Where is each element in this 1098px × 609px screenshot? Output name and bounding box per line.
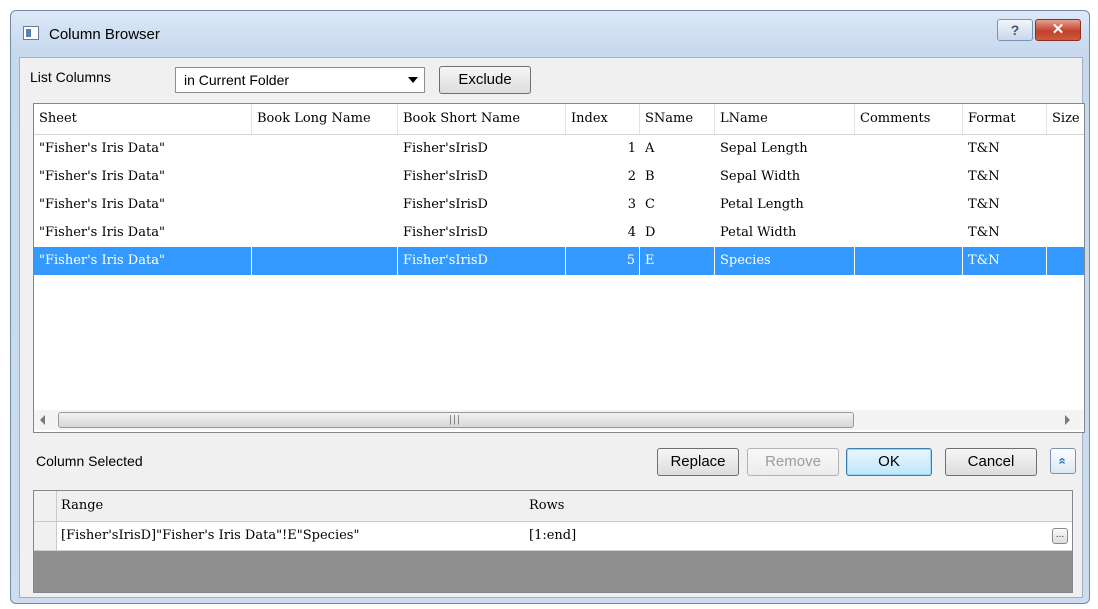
header-book-short-name[interactable]: Book Short Name: [398, 104, 566, 134]
replace-button[interactable]: Replace: [657, 448, 739, 476]
table-row[interactable]: "Fisher's Iris Data" Fisher'sIrisD 5 E Speci…: [34, 247, 1084, 275]
dialog-body: List Columns in Current Folder Exclude S…: [19, 57, 1085, 598]
selected-columns-header: Range Rows: [34, 491, 1072, 522]
cell-sname: C: [645, 197, 655, 212]
header-lname[interactable]: LName: [715, 104, 855, 134]
cell-sname: E: [640, 247, 715, 275]
grip-icon: |||: [449, 415, 462, 425]
cell-sname: A: [645, 141, 655, 156]
cell-lname: Petal Width: [720, 225, 797, 240]
cell-index: 2: [627, 169, 636, 184]
selected-columns-table[interactable]: Range Rows [Fisher'sIrisD]"Fisher's Iris…: [33, 490, 1073, 593]
table-row[interactable]: "Fisher's Iris Data" Fisher'sIrisD 2 B Sepal…: [34, 163, 1084, 191]
scrollbar-thumb[interactable]: |||: [58, 412, 854, 428]
scroll-left-icon[interactable]: [40, 415, 45, 425]
cell-sheet: "Fisher's Iris Data": [39, 169, 165, 184]
cell-book-long-name: [252, 191, 398, 219]
cell-comments: [855, 247, 963, 275]
cell-lname: Sepal Length: [720, 141, 808, 156]
cell-index: 4: [627, 225, 636, 240]
scope-dropdown[interactable]: in Current Folder: [175, 67, 425, 93]
rows-cell[interactable]: [1:end]: [524, 522, 724, 550]
selected-column-row[interactable]: [Fisher'sIrisD]"Fisher's Iris Data"!E"Sp…: [34, 522, 1072, 551]
cell-sheet: "Fisher's Iris Data": [34, 247, 252, 275]
horizontal-scrollbar[interactable]: |||: [34, 410, 1084, 430]
cell-format: T&N: [968, 197, 1000, 212]
cell-book-short-name: Fisher'sIrisD: [403, 169, 488, 184]
header-sheet[interactable]: Sheet: [34, 104, 252, 134]
column-browser-window: Column Browser ? ✕ List Columns in Curre…: [10, 10, 1090, 604]
cell-sheet: "Fisher's Iris Data": [39, 197, 165, 212]
cell-sname: D: [645, 225, 656, 240]
cell-format: T&N: [968, 225, 1000, 240]
ok-button[interactable]: OK: [846, 448, 932, 476]
cell-comments: [855, 163, 963, 191]
cell-lname: Sepal Width: [720, 169, 801, 184]
columns-table[interactable]: Sheet Book Long Name Book Short Name Ind…: [33, 103, 1085, 433]
header-size[interactable]: Size: [1047, 104, 1084, 134]
cell-index: 3: [627, 197, 636, 212]
help-button[interactable]: ?: [997, 19, 1033, 41]
header-format[interactable]: Format: [963, 104, 1047, 134]
double-chevron-up-icon: «: [1055, 457, 1071, 465]
cell-book-long-name: [252, 247, 398, 275]
column-selected-label: Column Selected: [36, 453, 143, 469]
ellipsis-button[interactable]: ...: [1052, 528, 1068, 544]
row-header: [34, 522, 57, 550]
cell-sheet: "Fisher's Iris Data": [39, 141, 165, 156]
header-range[interactable]: Range: [56, 491, 524, 521]
table-row[interactable]: "Fisher's Iris Data" Fisher'sIrisD 3 C Petal…: [34, 191, 1084, 219]
scroll-right-icon[interactable]: [1065, 415, 1070, 425]
cell-index: 1: [627, 141, 636, 156]
header-comments[interactable]: Comments: [855, 104, 963, 134]
cell-comments: [855, 191, 963, 219]
list-columns-label: List Columns: [30, 69, 111, 85]
header-rows[interactable]: Rows: [524, 491, 724, 521]
cell-format: T&N: [968, 169, 1000, 184]
cell-sheet: "Fisher's Iris Data": [39, 225, 165, 240]
remove-button[interactable]: Remove: [747, 448, 839, 476]
header-index[interactable]: Index: [566, 104, 640, 134]
title-bar[interactable]: Column Browser ? ✕: [11, 11, 1089, 59]
cancel-button[interactable]: Cancel: [945, 448, 1037, 476]
table-row[interactable]: "Fisher's Iris Data" Fisher'sIrisD 1 A Sepal…: [34, 135, 1084, 163]
range-cell[interactable]: [Fisher'sIrisD]"Fisher's Iris Data"!E"Sp…: [56, 522, 524, 550]
table-row[interactable]: "Fisher's Iris Data" Fisher'sIrisD 4 D Petal…: [34, 219, 1084, 247]
cell-comments: [855, 135, 963, 163]
app-icon: [23, 26, 39, 40]
cell-book-long-name: [252, 163, 398, 191]
scope-dropdown-value: in Current Folder: [184, 72, 290, 88]
cell-format: T&N: [968, 141, 1000, 156]
cell-sname: B: [645, 169, 655, 184]
cell-lname: Petal Length: [720, 197, 804, 212]
columns-table-header: Sheet Book Long Name Book Short Name Ind…: [34, 104, 1084, 135]
collapse-panel-button[interactable]: «: [1050, 448, 1076, 474]
cell-book-long-name: [252, 135, 398, 163]
chevron-down-icon: [408, 77, 418, 83]
header-book-long-name[interactable]: Book Long Name: [252, 104, 398, 134]
cell-book-long-name: [252, 219, 398, 247]
cell-book-short-name: Fisher'sIrisD: [398, 247, 566, 275]
exclude-button[interactable]: Exclude: [439, 66, 531, 94]
cell-book-short-name: Fisher'sIrisD: [403, 225, 488, 240]
cell-book-short-name: Fisher'sIrisD: [403, 197, 488, 212]
close-button[interactable]: ✕: [1035, 19, 1081, 41]
row-header-corner: [34, 491, 57, 521]
cell-comments: [855, 219, 963, 247]
cell-lname: Species: [715, 247, 855, 275]
cell-book-short-name: Fisher'sIrisD: [403, 141, 488, 156]
cell-index: 5: [566, 247, 640, 275]
window-title: Column Browser: [49, 26, 160, 43]
cell-format: T&N: [963, 247, 1047, 275]
header-sname[interactable]: SName: [640, 104, 715, 134]
